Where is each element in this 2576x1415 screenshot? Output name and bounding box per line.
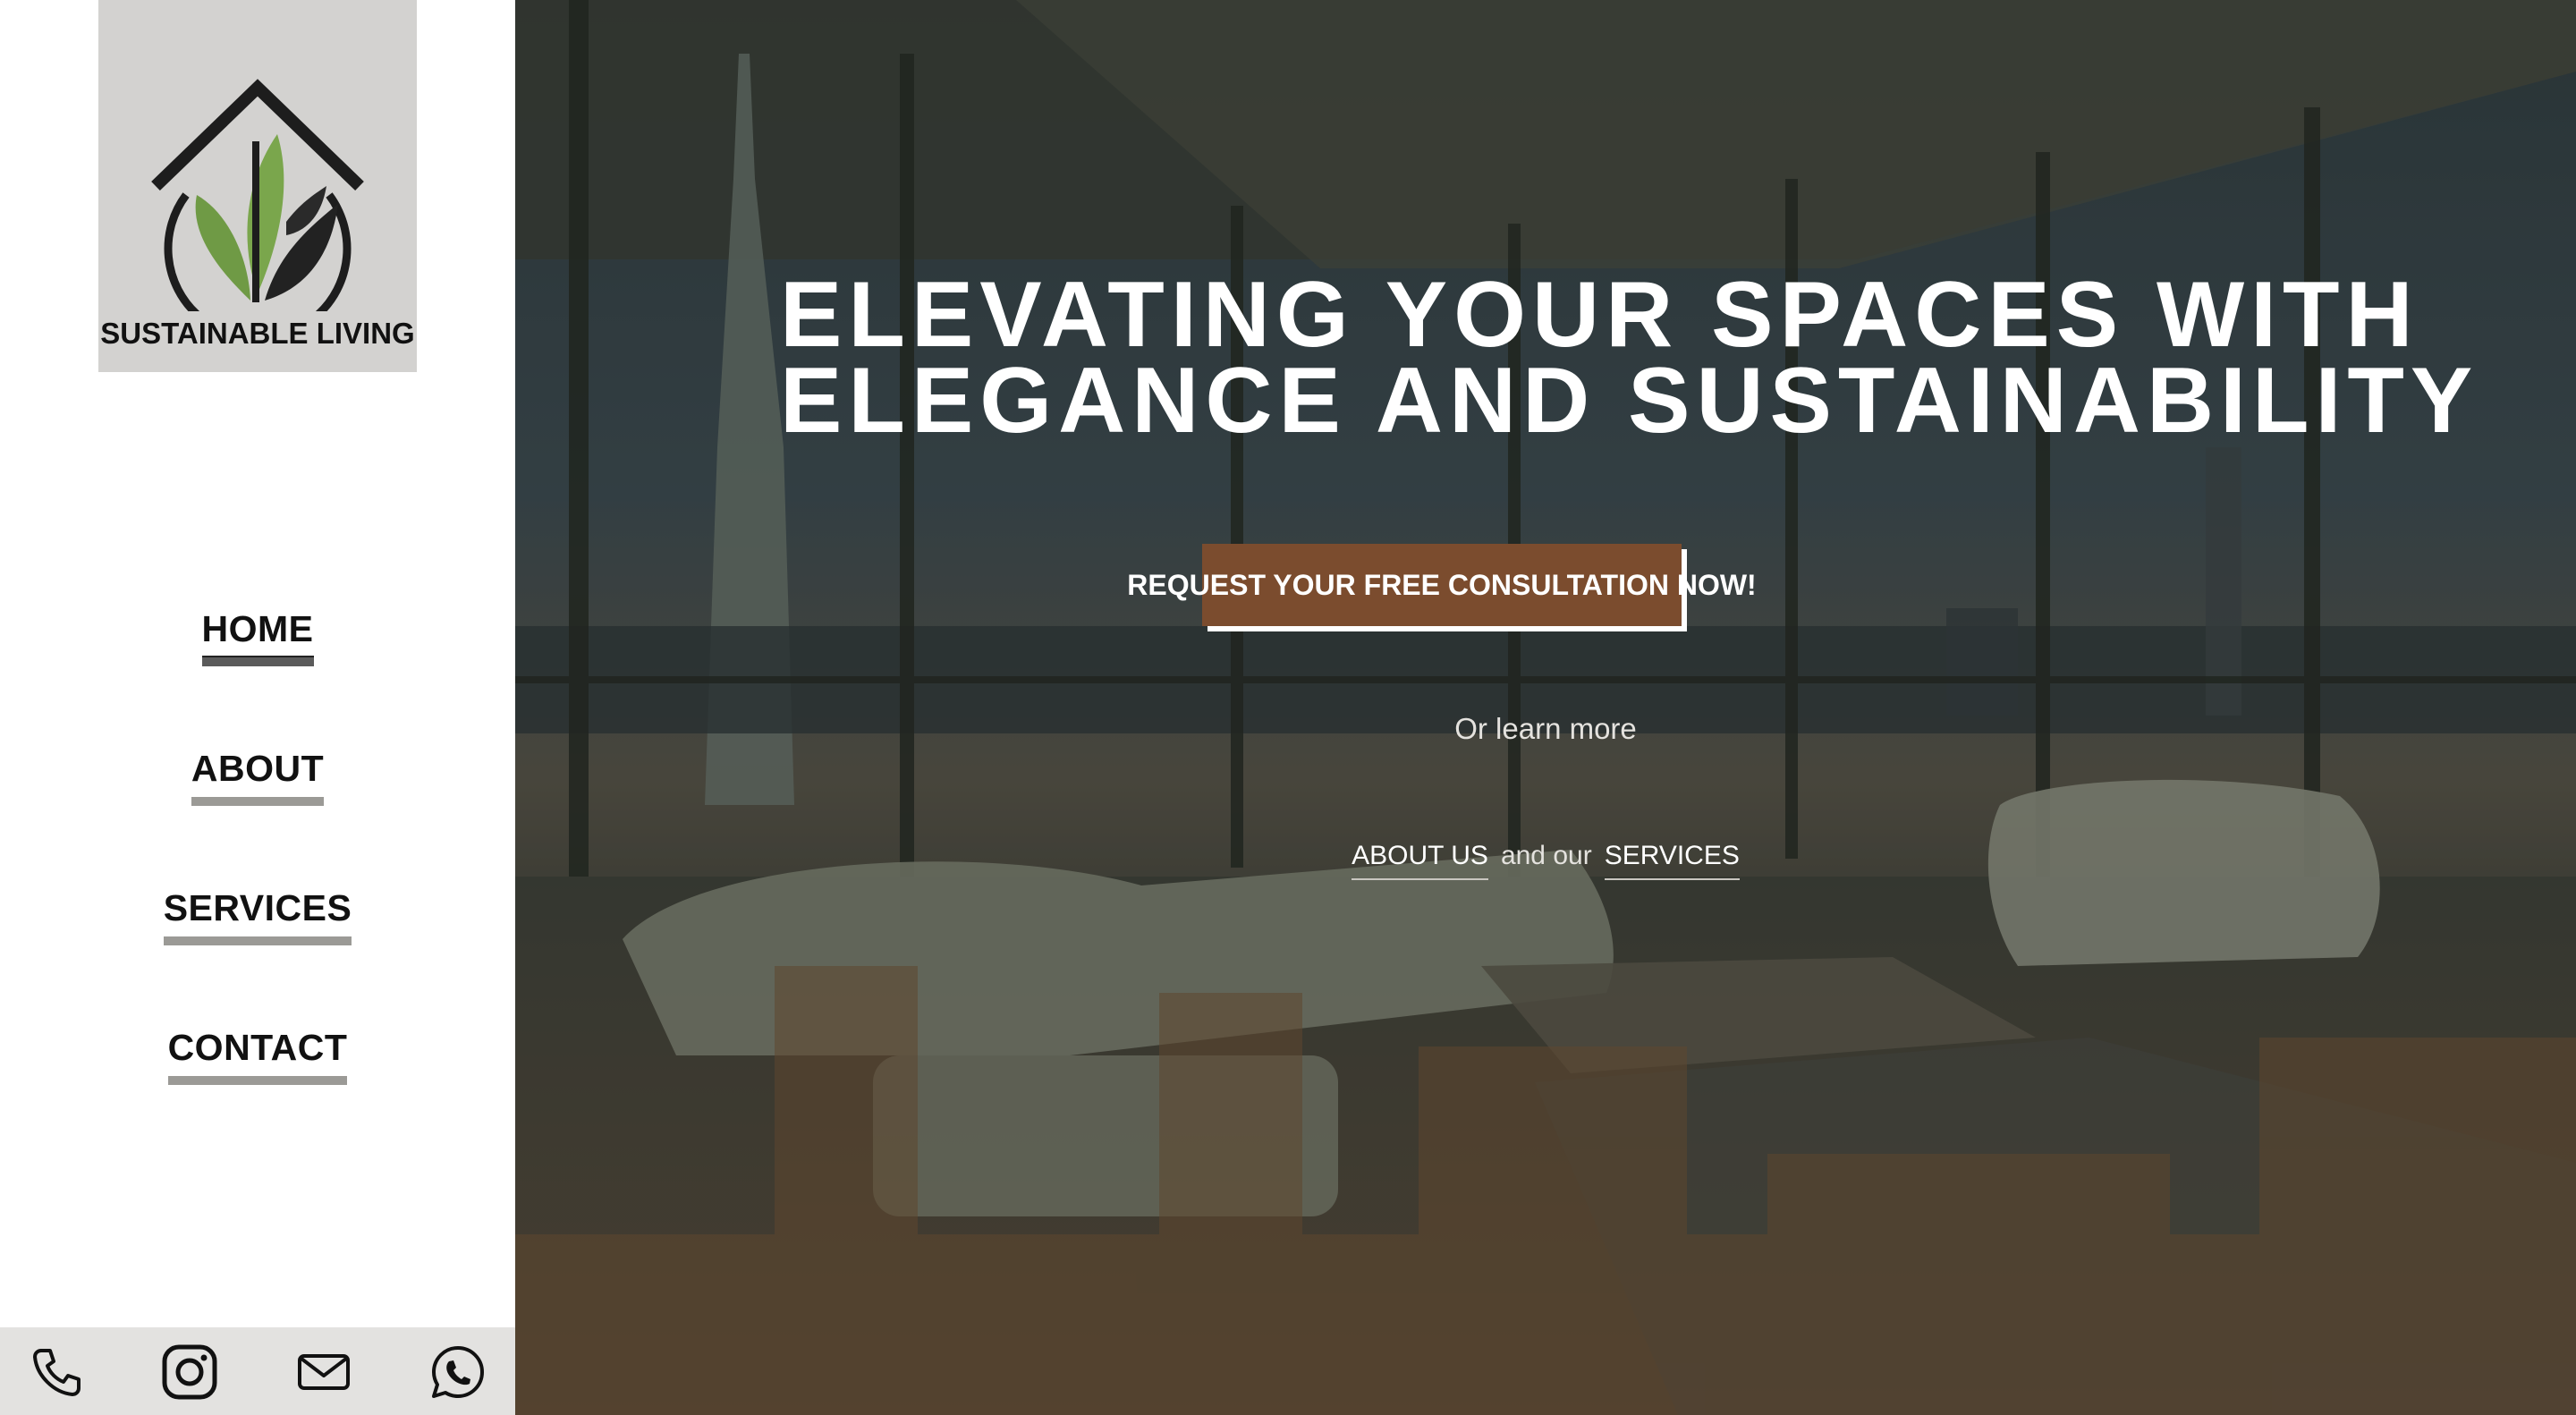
nav-item-contact-label: CONTACT [167,1027,348,1085]
hero-headline: ELEVATING YOUR SPACES WITH ELEGANCE AND … [780,263,2479,453]
instagram-icon[interactable] [161,1343,218,1401]
hero-headline-line-2: ELEGANCE AND SUSTAINABILITY [780,349,2479,453]
services-link[interactable]: SERVICES [1604,841,1740,880]
about-us-link[interactable]: ABOUT US [1352,841,1488,880]
logo-text: SUSTAINABLE LIVING [100,317,415,350]
nav-item-services[interactable]: SERVICES [0,887,515,945]
nav-item-about-label: ABOUT [191,748,325,806]
nav-item-home-label: HOME [201,608,314,666]
nav-item-home[interactable]: HOME [0,608,515,666]
social-bar [0,1327,515,1415]
nav-item-contact[interactable]: CONTACT [0,1027,515,1085]
house-leaf-logo-icon [151,79,364,311]
mail-icon[interactable] [295,1343,352,1401]
sidebar: SUSTAINABLE LIVING HOME ABOUT SERVICES C… [0,0,515,1415]
whatsapp-icon[interactable] [429,1343,487,1401]
hero-headline-line-1: ELEVATING YOUR SPACES WITH [780,263,2419,367]
hero-section: ELEVATING YOUR SPACES WITH ELEGANCE AND … [515,0,2576,1415]
links-connector-text: and our [1500,841,1592,870]
logo[interactable]: SUSTAINABLE LIVING [98,0,417,372]
learn-more-text: Or learn more [1454,712,1637,745]
learn-more-links: ABOUT US and our SERVICES [515,841,2576,880]
hero-background-image [515,0,2576,1415]
phone-icon[interactable] [29,1343,86,1401]
nav-item-services-label: SERVICES [163,887,352,945]
request-consultation-button[interactable]: REQUEST YOUR FREE CONSULTATION NOW! [1127,544,1757,626]
nav-item-about[interactable]: ABOUT [0,748,515,806]
